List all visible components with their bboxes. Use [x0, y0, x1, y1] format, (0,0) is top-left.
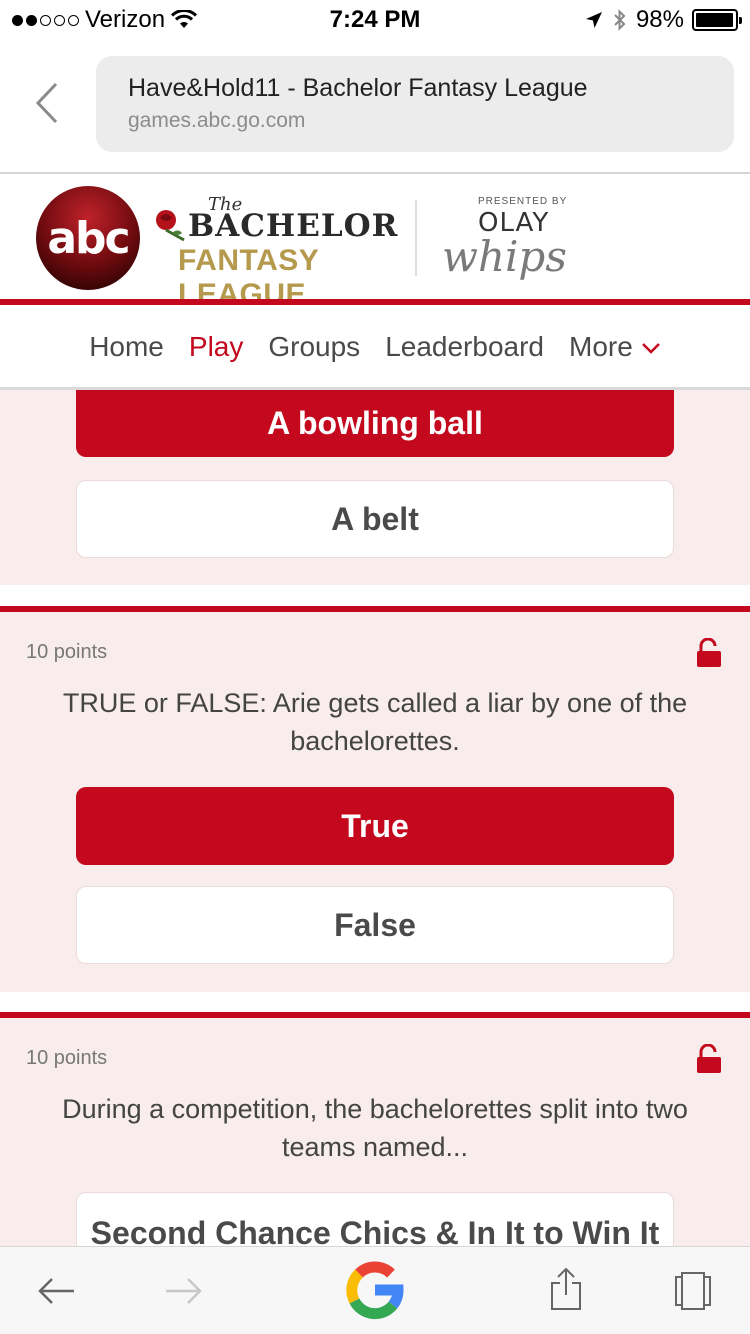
- chevron-down-icon: [641, 343, 660, 354]
- nav-more-label: More: [569, 330, 633, 362]
- main-nav: Home Play Groups Leaderboard More: [0, 306, 750, 390]
- unlocked-lock-icon: [697, 1044, 721, 1073]
- show-name: BACHELOR: [188, 208, 399, 244]
- question-card: 10 points During a competition, the bach…: [0, 1018, 750, 1270]
- browser-header: Have&Hold11 - Bachelor Fantasy League ga…: [0, 40, 750, 174]
- presented-by-label: PRESENTED BY: [478, 196, 568, 207]
- back-arrow-icon[interactable]: [36, 1275, 76, 1307]
- question-text: During a competition, the bachelorettes …: [62, 1094, 688, 1162]
- page-title: Have&Hold11 - Bachelor Fantasy League: [128, 74, 588, 102]
- header-red-divider: [0, 299, 750, 305]
- answer-button[interactable]: A belt: [76, 480, 674, 558]
- nav-home[interactable]: Home: [89, 331, 164, 363]
- answer-button-selected[interactable]: A bowling ball: [76, 390, 674, 457]
- question-text: TRUE or FALSE: Arie gets called a liar b…: [62, 688, 688, 756]
- battery-icon: [692, 9, 742, 31]
- nav-play[interactable]: Play: [189, 331, 243, 363]
- answer-button[interactable]: False: [76, 886, 674, 964]
- bluetooth-icon: [614, 9, 626, 31]
- share-icon[interactable]: [548, 1267, 584, 1311]
- sponsor-product: whips: [442, 232, 567, 281]
- rose-icon: [156, 210, 185, 242]
- battery-percent: 98%: [635, 6, 684, 33]
- answer-button-selected[interactable]: True: [76, 787, 674, 865]
- brand-divider: [415, 200, 417, 276]
- question-points: 10 points: [26, 1047, 108, 1069]
- brand-header: abc The BACHELOR FANTASY LEAGUE PRESENTE…: [0, 176, 750, 311]
- battery-level: [696, 13, 734, 27]
- unlocked-lock-icon: [697, 638, 721, 667]
- location-arrow-icon: [585, 12, 602, 28]
- nav-leaderboard[interactable]: Leaderboard: [385, 331, 544, 363]
- abc-logo[interactable]: abc: [36, 186, 140, 290]
- address-bar[interactable]: Have&Hold11 - Bachelor Fantasy League ga…: [96, 56, 734, 152]
- google-icon[interactable]: [344, 1259, 406, 1321]
- status-bar: Verizon 7:24 PM 98%: [0, 0, 750, 40]
- question-card: 10 points TRUE or FALSE: Arie gets calle…: [0, 612, 750, 992]
- nav-groups[interactable]: Groups: [268, 331, 360, 363]
- question-points: 10 points: [26, 641, 108, 663]
- status-right: 98%: [584, 6, 742, 34]
- browser-toolbar: [0, 1246, 750, 1334]
- tabs-icon[interactable]: [672, 1271, 716, 1311]
- question-card: A bowling ball A belt: [0, 390, 750, 585]
- forward-arrow-icon[interactable]: [164, 1275, 204, 1307]
- bachelor-fantasy-league-logo[interactable]: The BACHELOR FANTASY LEAGUE: [150, 194, 400, 311]
- nav-more[interactable]: More: [569, 331, 661, 363]
- page-url: games.abc.go.com: [128, 109, 306, 132]
- back-chevron-icon[interactable]: [28, 78, 68, 128]
